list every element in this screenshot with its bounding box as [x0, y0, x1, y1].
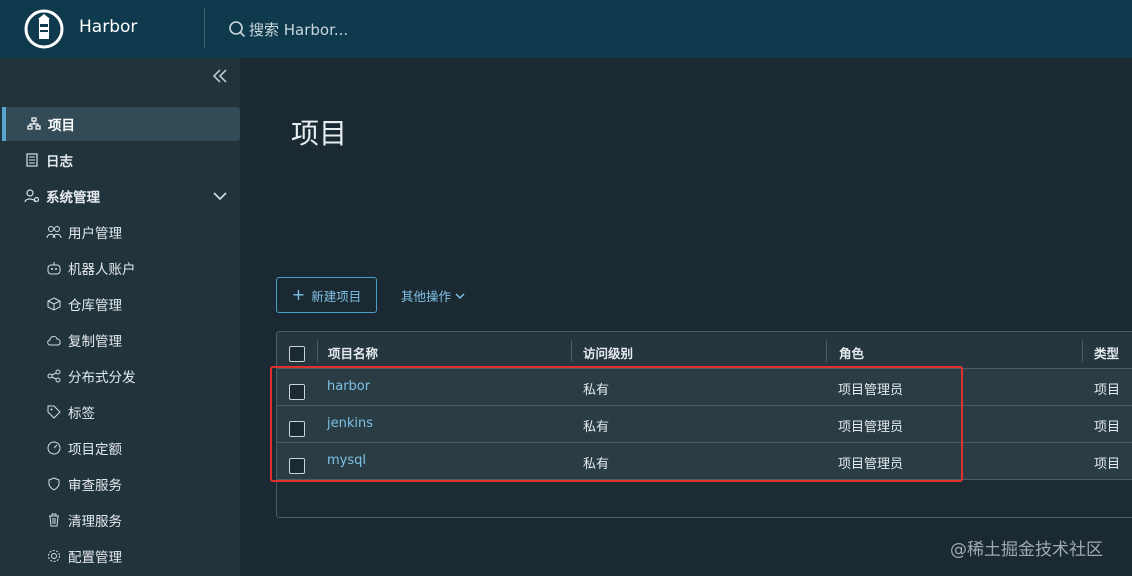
collapse-sidebar-icon[interactable] [210, 66, 230, 86]
log-icon [24, 152, 40, 168]
sidebar-item-projects[interactable]: 项目 [2, 107, 240, 141]
admin-icon [24, 188, 40, 204]
red-highlight-box [270, 366, 963, 482]
column-header-type[interactable]: 类型 [1094, 343, 1119, 362]
sidebar-item-label: 机器人账户 [68, 262, 136, 278]
robot-icon [46, 260, 62, 276]
type: 项目 [1094, 457, 1121, 472]
cloud-icon [46, 332, 62, 348]
sidebar-item-label: 标签 [68, 406, 95, 422]
column-header-access[interactable]: 访问级别 [583, 343, 633, 362]
top-header: Harbor 搜索 Harbor... [0, 0, 1132, 58]
cube-icon [46, 296, 62, 312]
other-actions-label: 其他操作 [401, 289, 452, 304]
type: 项目 [1094, 420, 1121, 435]
sidebar-item-label: 项目定额 [68, 442, 122, 458]
sidebar-item-label: 分布式分发 [68, 370, 136, 386]
other-actions-dropdown[interactable]: 其他操作 [401, 286, 466, 305]
brand-name: Harbor [79, 17, 138, 37]
sidebar-item-users[interactable]: 用户管理 [0, 215, 122, 249]
sidebar-item-label: 项目 [48, 118, 75, 134]
sidebar-item-cleanup[interactable]: 清理服务 [0, 503, 122, 537]
sidebar-item-label: 仓库管理 [68, 298, 122, 314]
chevron-down-icon [455, 292, 465, 299]
sidebar-item-logs[interactable]: 日志 [0, 143, 73, 177]
search-placeholder: 搜索 Harbor... [249, 20, 349, 39]
tag-icon [46, 404, 62, 420]
sidebar-item-distribution[interactable]: 分布式分发 [0, 359, 136, 393]
new-project-button[interactable]: + 新建项目 [276, 277, 377, 313]
sidebar: 项目 日志 系统管理 用户管理 机器人账户 仓库管理 复制管理 分布式分发 标签 [0, 58, 240, 576]
column-divider [317, 340, 318, 362]
new-project-label: 新建项目 [311, 288, 362, 304]
sidebar-item-robot-accounts[interactable]: 机器人账户 [0, 251, 136, 285]
harbor-logo-icon[interactable] [24, 9, 64, 49]
sidebar-item-replications[interactable]: 复制管理 [0, 323, 122, 357]
share-icon [46, 368, 62, 384]
sidebar-item-label: 日志 [46, 154, 73, 170]
global-search[interactable]: 搜索 Harbor... [228, 18, 348, 40]
sidebar-item-label: 配置管理 [68, 550, 122, 566]
table-header: 项目名称 访问级别 角色 类型 [277, 332, 1132, 369]
column-header-name[interactable]: 项目名称 [328, 343, 378, 362]
chevron-down-icon[interactable] [212, 188, 228, 204]
users-icon [46, 224, 62, 240]
sidebar-item-admin[interactable]: 系统管理 [0, 179, 240, 213]
shield-icon [46, 476, 62, 492]
page-title: 项目 [291, 117, 348, 150]
sidebar-item-label: 清理服务 [68, 514, 122, 530]
sidebar-item-interrogation[interactable]: 审查服务 [0, 467, 122, 501]
project-icon [26, 116, 42, 132]
sidebar-item-labels[interactable]: 标签 [0, 395, 95, 429]
sidebar-item-label: 审查服务 [68, 478, 122, 494]
column-divider [826, 340, 827, 362]
trash-icon [46, 512, 62, 528]
select-all-checkbox[interactable] [289, 346, 305, 362]
sidebar-item-registries[interactable]: 仓库管理 [0, 287, 122, 321]
gear-icon [46, 548, 62, 564]
sidebar-item-configuration[interactable]: 配置管理 [0, 539, 122, 573]
plus-icon: + [291, 285, 306, 304]
header-divider [204, 8, 205, 48]
gauge-icon [46, 440, 62, 456]
search-icon [229, 21, 246, 38]
sidebar-item-label: 用户管理 [68, 226, 122, 242]
sidebar-item-label: 系统管理 [46, 190, 100, 206]
sidebar-item-quotas[interactable]: 项目定额 [0, 431, 122, 465]
type: 项目 [1094, 383, 1121, 398]
sidebar-item-label: 复制管理 [68, 334, 122, 350]
column-divider [571, 340, 572, 362]
watermark: @稀土掘金技术社区 [950, 540, 1103, 560]
column-divider [1082, 340, 1083, 362]
column-header-role[interactable]: 角色 [839, 343, 864, 362]
